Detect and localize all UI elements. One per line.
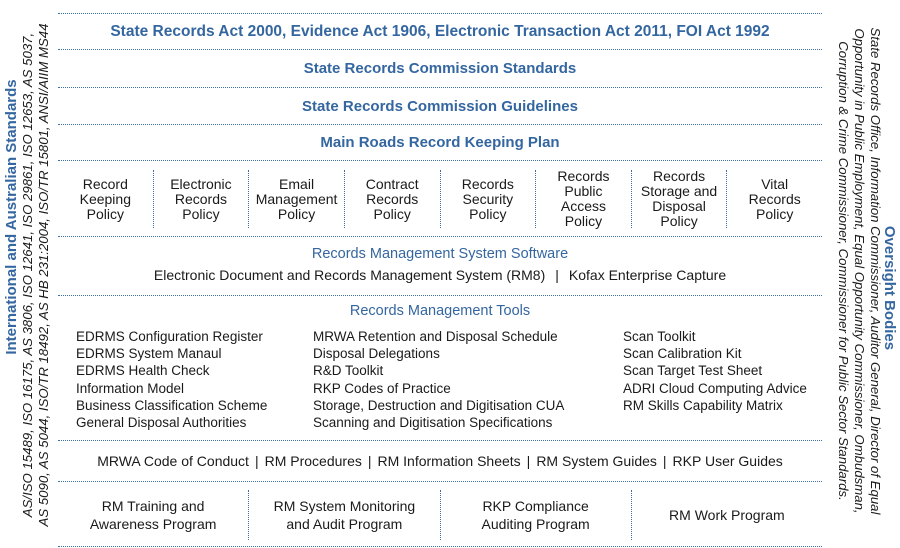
tool-item: MRWA Retention and Disposal Schedule	[313, 329, 558, 344]
separator: |	[254, 453, 259, 469]
programs-row: RM Training and Awareness Program RM Syst…	[58, 490, 822, 540]
tools-column-3: Scan Toolkit Scan Calibration Kit Scan T…	[623, 328, 807, 414]
guidelines-band: State Records Commission Guidelines	[58, 88, 822, 124]
legislation-text: State Records Act 2000, Evidence Act 190…	[110, 22, 770, 40]
policy-contract-records: Contract Records Policy	[343, 170, 440, 228]
policy-email-management: Email Management Policy	[248, 170, 344, 228]
software-items: Electronic Document and Records Manageme…	[58, 264, 822, 286]
commission-guidelines: State Records Commission Guidelines	[302, 97, 578, 115]
tool-item: EDRMS Configuration Register	[76, 329, 263, 344]
software-kofax: Kofax Enterprise Capture	[568, 267, 727, 283]
software-title: Records Management System Software	[311, 246, 569, 262]
policy-public-access: Records Public Access Policy	[535, 169, 631, 229]
oversight-panel: Oversight Bodies State Records Office, I…	[822, 0, 900, 548]
separator: |	[662, 453, 667, 469]
tool-item: ADRI Cloud Computing Advice	[623, 380, 807, 396]
tool-item: EDRMS System Manaul	[76, 346, 222, 362]
policy-electronic-records: Electronic Records Policy	[152, 170, 249, 228]
separator: |	[367, 453, 372, 469]
divider	[58, 160, 822, 161]
standards-title: International and Australian Standards	[3, 79, 20, 355]
tool-item: Scanning and Digitisation Specifications	[313, 415, 553, 431]
tool-item: R&D Toolkit	[313, 363, 384, 379]
standards-line-1: AS/ISO 15489, ISO 16175, AS 3806, ISO 12…	[20, 32, 35, 518]
tool-item: Business Classification Scheme	[76, 397, 268, 413]
software-band: Records Management System Software	[58, 244, 822, 264]
tool-item: EDRMS Health Check	[76, 363, 210, 379]
tool-item: General Disposal Authorities	[76, 415, 247, 431]
standards-band: State Records Commission Standards	[58, 50, 822, 87]
record-keeping-plan: Main Roads Record Keeping Plan	[320, 134, 560, 151]
program-monitoring-audit: RM System Monitoring and Audit Program	[248, 490, 439, 540]
oversight-line-2: Opportunity in Public Employment, Equal …	[852, 28, 867, 514]
policy-records-security: Records Security Policy	[439, 170, 536, 228]
program-compliance-auditing: RKP Compliance Auditing Program	[439, 490, 631, 540]
tools-band: Records Management Tools	[58, 300, 822, 322]
divider	[58, 236, 822, 237]
policy-storage-disposal: Records Storage and Disposal Policy	[630, 169, 727, 229]
legislation-band: State Records Act 2000, Evidence Act 190…	[58, 14, 822, 49]
tool-item: Disposal Delegations	[313, 346, 440, 362]
separator: |	[526, 453, 531, 469]
tool-item: Storage, Destruction and Digitisation CU…	[313, 397, 565, 413]
plan-band: Main Roads Record Keeping Plan	[58, 125, 822, 160]
policy-record-keeping: Record Keeping Policy	[79, 175, 131, 222]
guide-code-of-conduct: MRWA Code of Conduct	[97, 453, 249, 469]
program-work: RM Work Program	[630, 490, 822, 540]
guide-rkp-user-guides: RKP User Guides	[672, 453, 783, 469]
standards-line-2: AS 5090, AS 5044, ISO/TR 18492, AS HB 23…	[36, 23, 51, 527]
tool-item: RM Skills Capability Matrix	[623, 397, 783, 413]
divider	[58, 546, 822, 547]
divider	[58, 481, 822, 482]
divider	[58, 295, 822, 296]
policy-vital-records: Vital Records Policy	[726, 170, 822, 228]
tools-column-1: EDRMS Configuration Register EDRMS Syste…	[76, 328, 267, 431]
software-edrms: Electronic Document and Records Manageme…	[153, 267, 546, 283]
guide-procedures: RM Procedures	[264, 453, 362, 469]
tool-item: Scan Target Test Sheet	[623, 363, 763, 379]
oversight-title: Oversight Bodies	[881, 225, 898, 351]
tool-item: RKP Codes of Practice	[313, 380, 451, 396]
guides-band: MRWA Code of Conduct | RM Procedures | R…	[58, 441, 822, 481]
tools-title: Records Management Tools	[349, 303, 531, 319]
oversight-line-1: State Records Office, Information Commis…	[868, 27, 883, 515]
tools-column-2: MRWA Retention and Disposal Schedule Dis…	[313, 328, 564, 431]
separator: |	[555, 267, 559, 283]
commission-standards: State Records Commission Standards	[303, 60, 577, 77]
policies-row: Record Keeping Policy Electronic Records Pol…	[58, 169, 822, 229]
program-training-awareness: RM Training and Awareness Program	[89, 498, 217, 532]
tool-item: Information Model	[76, 380, 185, 396]
guide-system-guides: RM System Guides	[536, 453, 657, 469]
oversight-line-3: Corruption & Crime Commissioner, Commiss…	[836, 41, 851, 501]
standards-panel: International and Australian Standards A…	[0, 0, 58, 548]
tool-item: Scan Calibration Kit	[623, 346, 742, 362]
tool-item: Scan Toolkit	[623, 329, 696, 344]
guide-information-sheets: RM Information Sheets	[377, 453, 521, 469]
